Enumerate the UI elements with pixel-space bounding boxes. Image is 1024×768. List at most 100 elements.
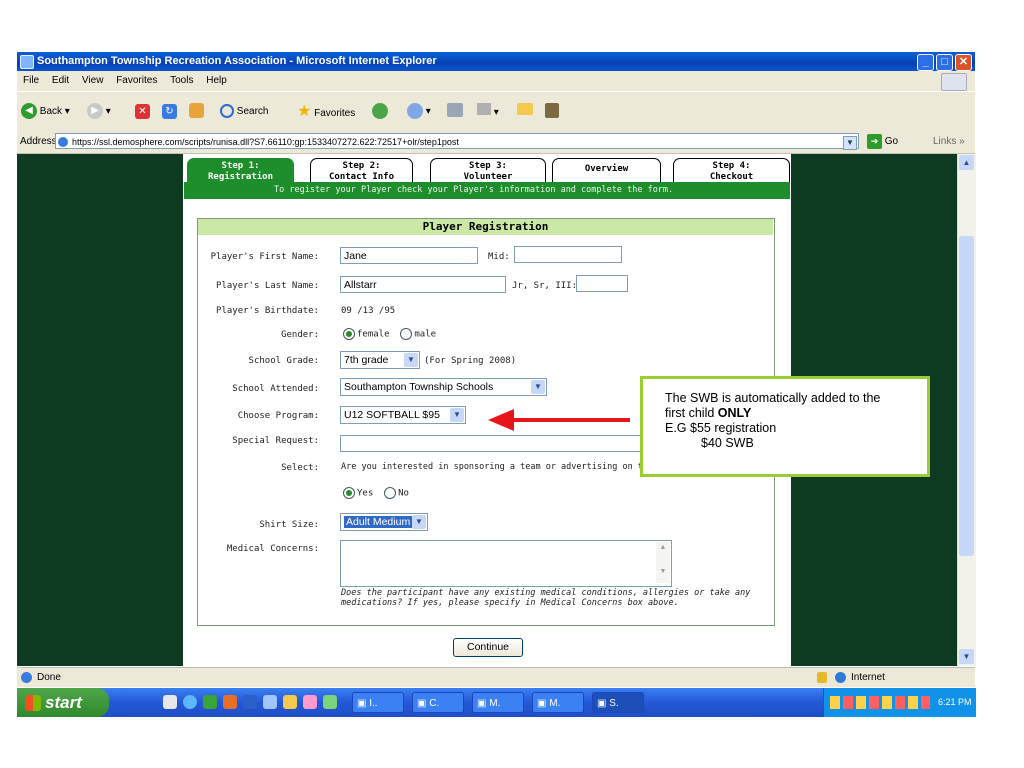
status-text: Done <box>37 672 61 683</box>
tab-step1-registration[interactable]: Step 1: Registration <box>187 158 294 183</box>
word-quicklaunch-icon[interactable] <box>243 695 257 709</box>
gender-radio-group: female male <box>343 328 436 340</box>
chevron-down-icon: ▼ <box>450 408 464 422</box>
special-request-input[interactable] <box>340 435 645 452</box>
shirt-size-select[interactable]: Adult Medium ▼ <box>340 513 428 531</box>
menu-edit[interactable]: Edit <box>52 75 69 86</box>
go-button[interactable]: ➔ Go <box>867 131 898 153</box>
home-icon <box>189 103 204 118</box>
folder-button[interactable] <box>517 103 533 121</box>
school-attended-select[interactable]: Southampton Township Schools ▼ <box>340 378 547 396</box>
browser-quicklaunch-icon[interactable] <box>183 695 197 709</box>
picture-quicklaunch-icon[interactable] <box>323 695 337 709</box>
last-name-label: Player's Last Name: <box>216 281 319 291</box>
edit-icon <box>477 103 491 115</box>
red-arrow <box>488 409 630 431</box>
mid-label: Mid: <box>488 252 510 262</box>
tab-overview[interactable]: Overview <box>552 158 661 183</box>
menu-help[interactable]: Help <box>206 75 227 86</box>
history-button[interactable] <box>372 103 388 121</box>
globe-icon <box>835 672 846 683</box>
refresh-button[interactable]: ↻ <box>162 103 177 121</box>
tab-step2-contact-info[interactable]: Step 2: Contact Info <box>310 158 413 183</box>
menu-file[interactable]: File <box>23 75 39 86</box>
start-button[interactable]: start <box>17 688 109 717</box>
system-tray: 6:21 PM <box>823 688 976 717</box>
medical-concerns-textarea[interactable]: ▲ ▼ <box>340 540 672 587</box>
chevron-down-icon: ▼ <box>531 380 545 394</box>
taskbar-item-3[interactable]: ▣ M. <box>472 692 524 713</box>
stop-button[interactable]: ✕ <box>135 103 150 121</box>
taskbar-item-4[interactable]: ▣ M. <box>532 692 584 713</box>
middle-name-input[interactable] <box>514 246 622 263</box>
continue-button[interactable]: Continue <box>453 638 523 657</box>
tray-icons[interactable] <box>830 696 930 709</box>
taskbar-item-2[interactable]: ▣ C. <box>412 692 464 713</box>
scroll-down-button[interactable]: ▼ <box>959 649 974 664</box>
choose-program-select[interactable]: U12 SOFTBALL $95 ▼ <box>340 406 466 424</box>
maximize-button[interactable]: □ <box>936 54 953 71</box>
gender-male-radio[interactable] <box>400 328 413 340</box>
print-button[interactable] <box>447 103 463 121</box>
window-title: Southampton Township Recreation Associat… <box>37 55 437 67</box>
favorites-button[interactable]: ★ Favorites <box>297 103 355 121</box>
excel-quicklaunch-icon[interactable] <box>203 695 217 709</box>
refresh-icon: ↻ <box>162 104 177 119</box>
quicklaunch-icon[interactable] <box>163 695 177 709</box>
textarea-scrollbar[interactable]: ▲ ▼ <box>656 542 670 583</box>
back-button[interactable]: ◀ Back ▾ <box>21 103 70 121</box>
powerpoint-quicklaunch-icon[interactable] <box>223 695 237 709</box>
toolbar: ◀ Back ▾ ▶ ▾ ✕ ↻ Search ★ Favorites ▾ ▾ <box>17 91 975 133</box>
edit-button[interactable]: ▾ <box>477 103 499 121</box>
scroll-thumb[interactable] <box>959 236 974 556</box>
school-grade-select[interactable]: 7th grade ▼ <box>340 351 420 369</box>
research-button[interactable] <box>545 103 559 121</box>
mail-button[interactable]: ▾ <box>407 103 431 121</box>
gender-female-radio[interactable] <box>343 328 355 340</box>
security-zone: Internet <box>851 672 885 683</box>
gender-label: Gender: <box>281 330 319 340</box>
suffix-input[interactable] <box>576 275 628 292</box>
media-quicklaunch-icon[interactable] <box>303 695 317 709</box>
folder-quicklaunch-icon[interactable] <box>283 695 297 709</box>
forward-button[interactable]: ▶ ▾ <box>87 103 111 121</box>
first-name-input[interactable]: Jane <box>340 247 478 264</box>
last-name-input[interactable]: Allstarr <box>340 276 506 293</box>
folder-icon <box>517 103 533 115</box>
choose-program-label: Choose Program: <box>237 411 319 421</box>
medical-note: Does the participant have any existing m… <box>341 588 751 608</box>
go-arrow-icon: ➔ <box>867 133 882 149</box>
birthdate-value: 09 /13 /95 <box>341 306 396 316</box>
taskbar-item-1[interactable]: ▣ I.. <box>352 692 404 713</box>
birthdate-label: Player's Birthdate: <box>216 306 319 316</box>
home-button[interactable] <box>189 103 204 121</box>
page-scrollbar[interactable]: ▲ ▼ <box>957 154 976 666</box>
menu-favorites[interactable]: Favorites <box>116 75 157 86</box>
school-grade-label: School Grade: <box>248 356 319 366</box>
clock[interactable]: 6:21 PM <box>938 688 972 717</box>
close-button[interactable]: ✕ <box>955 54 972 71</box>
select-label: Select: <box>281 463 319 473</box>
links-button[interactable]: Links » <box>933 131 965 153</box>
lock-icon <box>817 672 827 683</box>
sponsor-radio-group: Yes No <box>343 487 409 499</box>
menu-tools[interactable]: Tools <box>170 75 193 86</box>
star-icon: ★ <box>297 103 312 120</box>
grade-note: (For Spring 2008) <box>424 356 517 366</box>
url-input[interactable]: https://ssl.demosphere.com/scripts/runis… <box>55 133 859 149</box>
window-title-bar[interactable]: Southampton Township Recreation Associat… <box>17 52 975 71</box>
url-dropdown-button[interactable]: ▼ <box>843 136 857 150</box>
search-button[interactable]: Search <box>220 103 268 121</box>
scroll-up-button[interactable]: ▲ <box>959 155 974 170</box>
app-quicklaunch-icon[interactable] <box>263 695 277 709</box>
sponsor-yes-radio[interactable] <box>343 487 355 499</box>
tab-step3-volunteer[interactable]: Step 3: Volunteer <box>430 158 546 183</box>
tab-step4-checkout[interactable]: Step 4: Checkout <box>673 158 790 183</box>
school-attended-label: School Attended: <box>232 384 319 394</box>
menu-view[interactable]: View <box>82 75 104 86</box>
sponsor-no-radio[interactable] <box>384 487 397 499</box>
minimize-button[interactable]: _ <box>917 54 934 71</box>
medical-concerns-label: Medical Concerns: <box>226 544 319 554</box>
taskbar-item-5-active[interactable]: ▣ S. <box>592 692 644 713</box>
address-bar: Address https://ssl.demosphere.com/scrip… <box>17 131 975 154</box>
